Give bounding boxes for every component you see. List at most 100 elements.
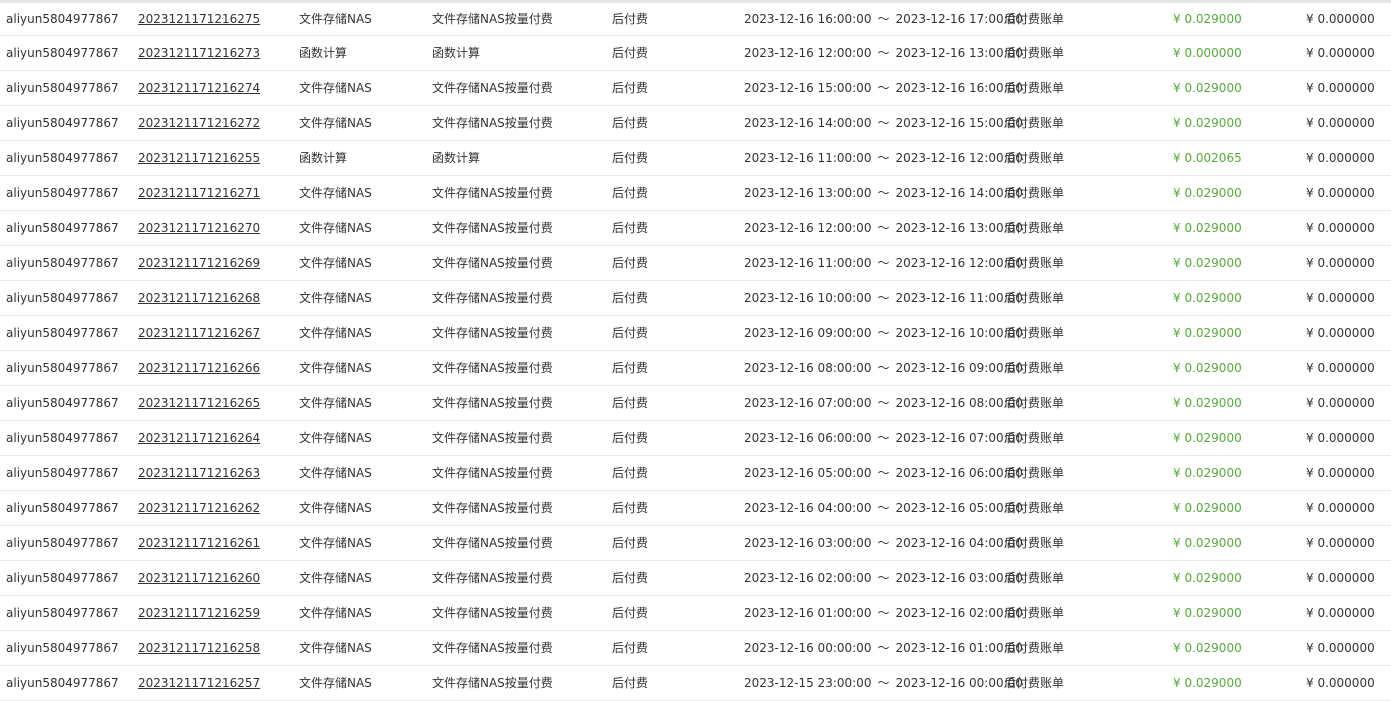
billing-period-cell: 2023-12-16 04:00:00 ～ 2023-12-16 05:00:00 bbox=[744, 491, 1023, 525]
charge-type-cell: 后付费 bbox=[612, 676, 649, 690]
period-separator: ～ bbox=[877, 81, 890, 95]
owed-amount-cell: ¥ 0.000000 bbox=[1306, 536, 1375, 550]
table-row: aliyun5804977867 2023121171216262 文件存储NAS 文… bbox=[0, 491, 1391, 526]
table-row: aliyun5804977867 2023121171216259 文件存储NAS 文… bbox=[0, 596, 1391, 631]
table-row: aliyun5804977867 2023121171216270 文件存储NAS 文… bbox=[0, 211, 1391, 246]
product-detail-cell: 文件存储NAS按量付费 bbox=[432, 116, 553, 130]
bill-number-link[interactable]: 2023121171216271 bbox=[138, 176, 260, 210]
bill-number-link[interactable]: 2023121171216260 bbox=[138, 561, 260, 595]
paid-amount-cell: ¥ 0.029000 bbox=[1173, 606, 1242, 620]
product-detail-cell: 文件存储NAS按量付费 bbox=[432, 606, 553, 620]
period-start: 2023-12-16 08:00:00 bbox=[744, 361, 872, 375]
owed-amount-cell: ¥ 0.000000 bbox=[1306, 361, 1375, 375]
period-separator: ～ bbox=[877, 12, 890, 26]
paid-amount-cell: ¥ 0.029000 bbox=[1173, 361, 1242, 375]
bill-number-link[interactable]: 2023121171216261 bbox=[138, 526, 260, 560]
paid-amount-cell: ¥ 0.029000 bbox=[1173, 536, 1242, 550]
product-cell: 文件存储NAS bbox=[299, 571, 372, 585]
account-cell: aliyun5804977867 bbox=[6, 221, 119, 235]
table-row: aliyun5804977867 2023121171216275 文件存储NAS 文… bbox=[0, 3, 1391, 36]
bill-number-link[interactable]: 2023121171216265 bbox=[138, 386, 260, 420]
period-separator: ～ bbox=[877, 186, 890, 200]
charge-type-cell: 后付费 bbox=[612, 221, 649, 235]
period-start: 2023-12-16 10:00:00 bbox=[744, 291, 872, 305]
bill-number-link[interactable]: 2023121171216268 bbox=[138, 281, 260, 315]
product-detail-cell: 文件存储NAS按量付费 bbox=[432, 361, 553, 375]
bill-number-link[interactable]: 2023121171216267 bbox=[138, 316, 260, 350]
bill-type-cell: 后付费账单 bbox=[1004, 116, 1065, 130]
table-row: aliyun5804977867 2023121171216260 文件存储NAS 文… bbox=[0, 561, 1391, 596]
bill-number-link[interactable]: 2023121171216274 bbox=[138, 71, 260, 105]
product-detail-cell: 文件存储NAS按量付费 bbox=[432, 186, 553, 200]
product-cell: 文件存储NAS bbox=[299, 221, 372, 235]
period-separator: ～ bbox=[877, 571, 890, 585]
billing-period-cell: 2023-12-16 09:00:00 ～ 2023-12-16 10:00:00 bbox=[744, 316, 1023, 350]
bill-number-link[interactable]: 2023121171216272 bbox=[138, 106, 260, 140]
period-start: 2023-12-16 06:00:00 bbox=[744, 431, 872, 445]
bill-type-cell: 后付费账单 bbox=[1004, 501, 1065, 515]
account-cell: aliyun5804977867 bbox=[6, 186, 119, 200]
bill-number-link[interactable]: 2023121171216263 bbox=[138, 456, 260, 490]
account-cell: aliyun5804977867 bbox=[6, 326, 119, 340]
owed-amount-cell: ¥ 0.000000 bbox=[1306, 431, 1375, 445]
owed-amount-cell: ¥ 0.000000 bbox=[1306, 186, 1375, 200]
bill-number-link[interactable]: 2023121171216258 bbox=[138, 631, 260, 665]
account-cell: aliyun5804977867 bbox=[6, 291, 119, 305]
product-cell: 文件存储NAS bbox=[299, 606, 372, 620]
paid-amount-cell: ¥ 0.029000 bbox=[1173, 81, 1242, 95]
product-cell: 文件存储NAS bbox=[299, 12, 372, 26]
paid-amount-cell: ¥ 0.029000 bbox=[1173, 12, 1242, 26]
bill-number-link[interactable]: 2023121171216266 bbox=[138, 351, 260, 385]
table-row: aliyun5804977867 2023121171216266 文件存储NAS 文… bbox=[0, 351, 1391, 386]
charge-type-cell: 后付费 bbox=[612, 46, 649, 60]
bill-number-link[interactable]: 2023121171216270 bbox=[138, 211, 260, 245]
account-cell: aliyun5804977867 bbox=[6, 256, 119, 270]
account-cell: aliyun5804977867 bbox=[6, 641, 119, 655]
table-row: aliyun5804977867 2023121171216268 文件存储NAS 文… bbox=[0, 281, 1391, 316]
bill-number-link[interactable]: 2023121171216257 bbox=[138, 666, 260, 700]
period-start: 2023-12-16 03:00:00 bbox=[744, 536, 872, 550]
period-start: 2023-12-16 00:00:00 bbox=[744, 641, 872, 655]
billing-period-cell: 2023-12-16 12:00:00 ～ 2023-12-16 13:00:00 bbox=[744, 211, 1023, 245]
period-start: 2023-12-16 04:00:00 bbox=[744, 501, 872, 515]
period-start: 2023-12-16 07:00:00 bbox=[744, 396, 872, 410]
owed-amount-cell: ¥ 0.000000 bbox=[1306, 676, 1375, 690]
owed-amount-cell: ¥ 0.000000 bbox=[1306, 571, 1375, 585]
owed-amount-cell: ¥ 0.000000 bbox=[1306, 501, 1375, 515]
bill-number-link[interactable]: 2023121171216262 bbox=[138, 491, 260, 525]
bill-number-link[interactable]: 2023121171216259 bbox=[138, 596, 260, 630]
bill-type-cell: 后付费账单 bbox=[1004, 326, 1065, 340]
paid-amount-cell: ¥ 0.029000 bbox=[1173, 466, 1242, 480]
owed-amount-cell: ¥ 0.000000 bbox=[1306, 326, 1375, 340]
period-separator: ～ bbox=[877, 676, 890, 690]
account-cell: aliyun5804977867 bbox=[6, 12, 119, 26]
product-detail-cell: 文件存储NAS按量付费 bbox=[432, 676, 553, 690]
product-cell: 文件存储NAS bbox=[299, 186, 372, 200]
product-detail-cell: 文件存储NAS按量付费 bbox=[432, 536, 553, 550]
charge-type-cell: 后付费 bbox=[612, 396, 649, 410]
bill-type-cell: 后付费账单 bbox=[1004, 466, 1065, 480]
bill-number-link[interactable]: 2023121171216273 bbox=[138, 36, 260, 70]
bill-number-link[interactable]: 2023121171216269 bbox=[138, 246, 260, 280]
period-separator: ～ bbox=[877, 641, 890, 655]
paid-amount-cell: ¥ 0.029000 bbox=[1173, 501, 1242, 515]
product-cell: 文件存储NAS bbox=[299, 536, 372, 550]
product-detail-cell: 文件存储NAS按量付费 bbox=[432, 326, 553, 340]
owed-amount-cell: ¥ 0.000000 bbox=[1306, 466, 1375, 480]
bill-type-cell: 后付费账单 bbox=[1004, 256, 1065, 270]
bill-number-link[interactable]: 2023121171216275 bbox=[138, 3, 260, 35]
period-separator: ～ bbox=[877, 536, 890, 550]
product-detail-cell: 文件存储NAS按量付费 bbox=[432, 501, 553, 515]
charge-type-cell: 后付费 bbox=[612, 151, 649, 165]
paid-amount-cell: ¥ 0.029000 bbox=[1173, 676, 1242, 690]
product-cell: 文件存储NAS bbox=[299, 676, 372, 690]
period-start: 2023-12-16 05:00:00 bbox=[744, 466, 872, 480]
product-detail-cell: 文件存储NAS按量付费 bbox=[432, 256, 553, 270]
account-cell: aliyun5804977867 bbox=[6, 116, 119, 130]
bill-type-cell: 后付费账单 bbox=[1004, 221, 1065, 235]
period-start: 2023-12-16 09:00:00 bbox=[744, 326, 872, 340]
product-detail-cell: 文件存储NAS按量付费 bbox=[432, 431, 553, 445]
bill-number-link[interactable]: 2023121171216264 bbox=[138, 421, 260, 455]
product-cell: 文件存储NAS bbox=[299, 361, 372, 375]
bill-number-link[interactable]: 2023121171216255 bbox=[138, 141, 260, 175]
